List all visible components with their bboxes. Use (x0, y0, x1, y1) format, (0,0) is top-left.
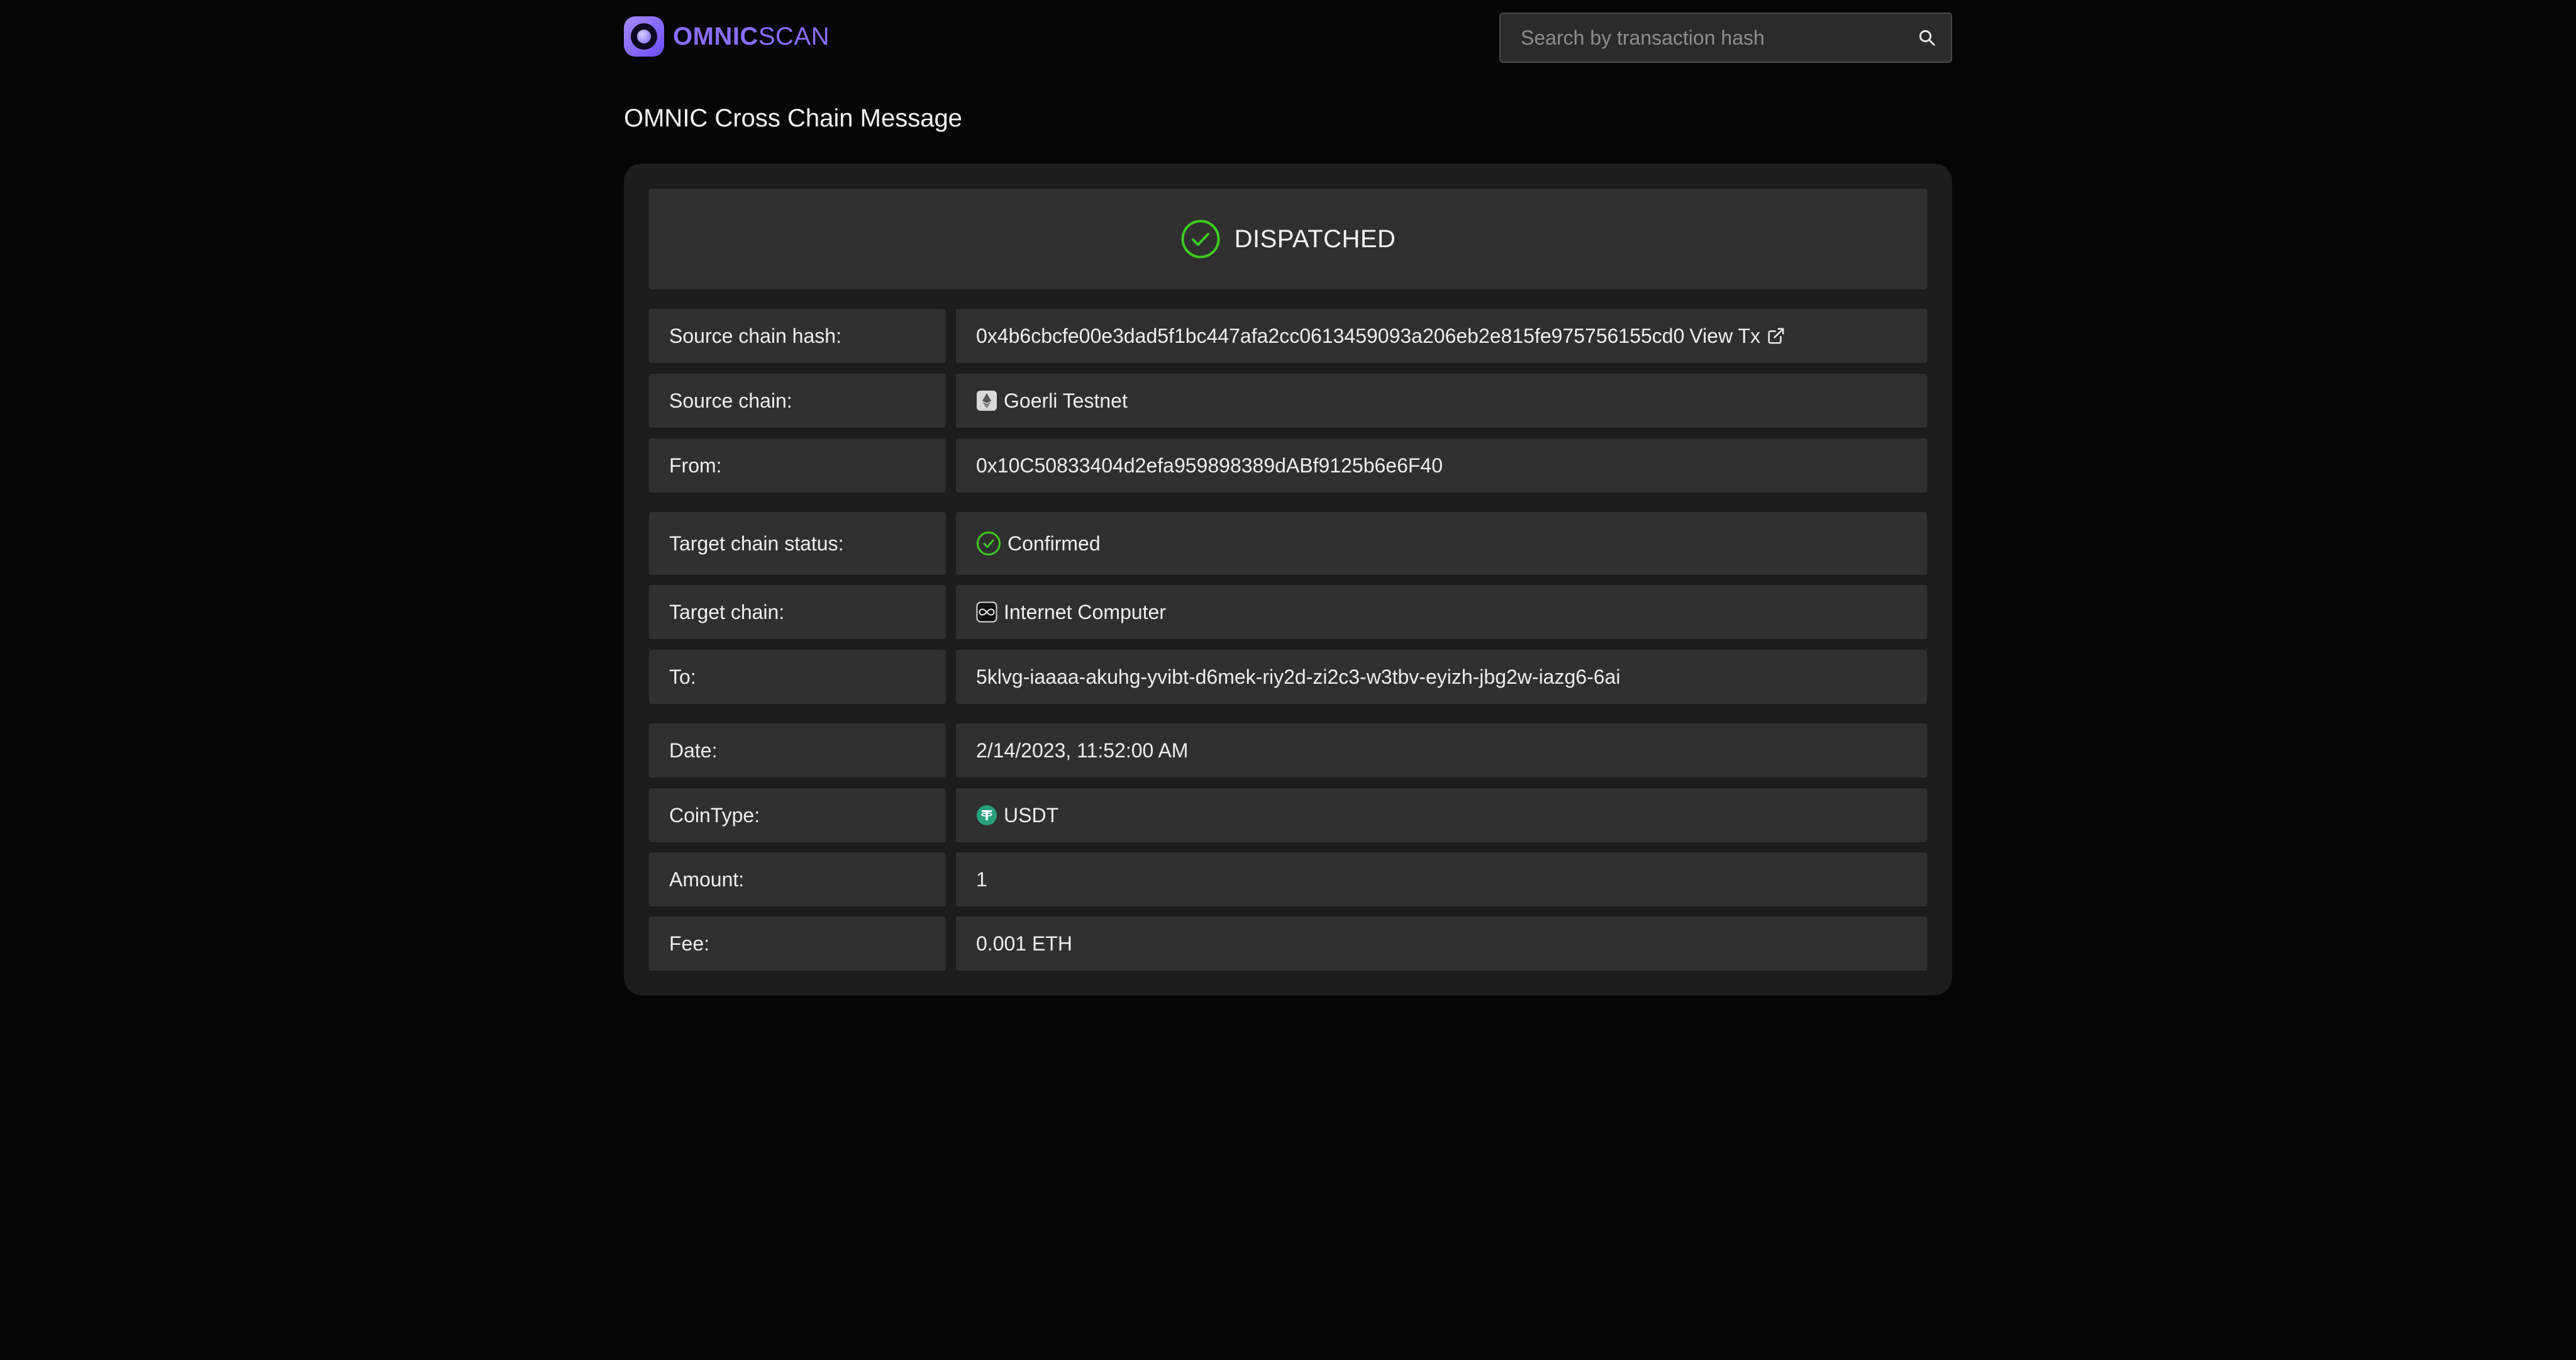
from-address[interactable]: 0x10C50833404d2efa959898389dABf9125b6e6F… (976, 454, 1443, 477)
row-value: 0x4b6cbcfe00e3dad5f1bc447afa2cc061345909… (956, 309, 1927, 363)
row-label: Source chain: (649, 374, 946, 428)
logo-text: OMNICSCAN (673, 24, 830, 49)
row-source-chain: Source chain: Goerli Testnet (649, 374, 1927, 428)
to-address[interactable]: 5klvg-iaaaa-akuhg-yvibt-d6mek-riy2d-zi2c… (976, 666, 1620, 689)
amount-value: 1 (976, 867, 987, 891)
row-value: Confirmed (956, 512, 1927, 575)
row-label: Fee: (649, 917, 946, 971)
row-fee: Fee: 0.001 ETH (649, 917, 1927, 971)
status-banner: DISPATCHED (649, 189, 1927, 289)
target-status-value: Confirmed (1008, 532, 1101, 555)
search-input[interactable] (1501, 14, 1903, 62)
logo[interactable]: OMNICSCAN (624, 16, 830, 57)
source-chain-name: Goerli Testnet (1004, 389, 1128, 412)
status-label: DISPATCHED (1234, 225, 1396, 253)
row-target-chain-status: Target chain status: Confirmed (649, 512, 1927, 575)
check-circle-icon (1180, 219, 1221, 259)
row-value: Internet Computer (956, 585, 1927, 639)
row-label: Target chain: (649, 585, 946, 639)
ethereum-icon (976, 390, 997, 411)
page: OMNICSCAN OMNIC Cross Chain Message DISP… (624, 0, 1952, 995)
row-label: CoinType: (649, 788, 946, 842)
row-target-chain: Target chain: Internet Computer (649, 585, 1927, 639)
target-chain-name: Internet Computer (1004, 600, 1166, 623)
source-chain-hash[interactable]: 0x4b6cbcfe00e3dad5f1bc447afa2cc061345909… (976, 325, 1684, 348)
row-coin-type: CoinType: USDT (649, 788, 1927, 842)
search-icon[interactable] (1903, 14, 1951, 62)
row-source-chain-hash: Source chain hash: 0x4b6cbcfe00e3dad5f1b… (649, 309, 1927, 363)
row-value: 1 (956, 852, 1927, 906)
row-date: Date: 2/14/2023, 11:52:00 AM (649, 723, 1927, 778)
fee-value: 0.001 ETH (976, 932, 1072, 955)
row-label: Amount: (649, 852, 946, 906)
row-value: USDT (956, 788, 1927, 842)
row-label: Date: (649, 723, 946, 778)
row-value: 5klvg-iaaaa-akuhg-yvibt-d6mek-riy2d-zi2c… (956, 650, 1927, 704)
view-tx-link[interactable]: View Tx (1689, 325, 1760, 348)
row-label: From: (649, 438, 946, 493)
logo-text-bold: OMNIC (673, 23, 758, 50)
row-value: 0.001 ETH (956, 917, 1927, 971)
page-title: OMNIC Cross Chain Message (624, 104, 962, 132)
row-from: From: 0x10C50833404d2efa959898389dABf912… (649, 438, 1927, 493)
tether-icon (976, 805, 997, 826)
external-link-icon[interactable] (1767, 326, 1785, 345)
row-amount: Amount: 1 (649, 852, 1927, 906)
row-value: 2/14/2023, 11:52:00 AM (956, 723, 1927, 778)
check-circle-icon (976, 531, 1001, 556)
row-to: To: 5klvg-iaaaa-akuhg-yvibt-d6mek-riy2d-… (649, 650, 1927, 704)
header: OMNICSCAN OMNIC Cross Chain Message (624, 0, 1952, 132)
logo-text-light: SCAN (758, 23, 830, 50)
row-value: 0x10C50833404d2efa959898389dABf9125b6e6F… (956, 438, 1927, 493)
message-card: DISPATCHED Source chain hash: 0x4b6cbcfe… (624, 164, 1952, 995)
search-bar (1499, 13, 1952, 63)
infinity-icon (976, 601, 997, 623)
row-label: Source chain hash: (649, 309, 946, 363)
coin-type-value: USDT (1004, 803, 1059, 827)
row-value: Goerli Testnet (956, 374, 1927, 428)
row-label: Target chain status: (649, 512, 946, 575)
row-label: To: (649, 650, 946, 704)
logo-icon (624, 16, 664, 57)
date-value: 2/14/2023, 11:52:00 AM (976, 739, 1189, 762)
